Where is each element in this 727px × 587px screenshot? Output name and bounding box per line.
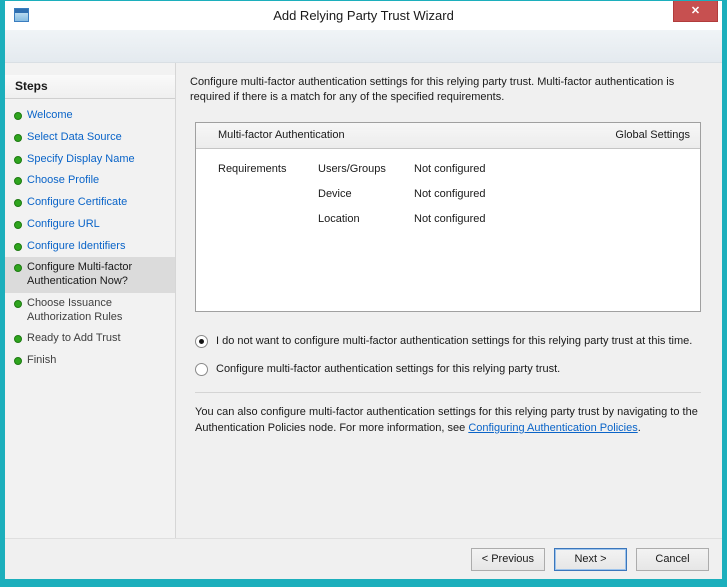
window-frame: Add Relying Party Trust Wizard ✕ Steps W…: [5, 1, 722, 579]
sidebar-item-welcome[interactable]: Welcome: [5, 105, 175, 127]
step-label: Specify Display Name: [27, 153, 135, 165]
sidebar-item-specify-display-name[interactable]: Specify Display Name: [5, 149, 175, 171]
requirement-name: Location: [318, 213, 414, 225]
step-label: Select Data Source: [27, 131, 122, 143]
steps-list: Welcome Select Data Source Specify Displ…: [5, 105, 175, 372]
requirement-value: Not configured: [414, 163, 690, 175]
step-label: Choose Issuance Authorization Rules: [27, 297, 122, 323]
step-bullet-icon: [14, 221, 22, 229]
radio-selected-icon[interactable]: [195, 335, 208, 348]
window-icon: [14, 8, 29, 22]
radio-configure-mfa-option[interactable]: Configure multi-factor authentication se…: [195, 362, 708, 377]
radio-label: I do not want to configure multi-factor …: [216, 334, 692, 349]
titlebar: Add Relying Party Trust Wizard ✕: [5, 1, 722, 30]
requirements-label: Requirements: [218, 163, 318, 175]
sidebar-item-select-data-source[interactable]: Select Data Source: [5, 127, 175, 149]
step-label: Finish: [27, 354, 56, 366]
steps-sidebar: Steps Welcome Select Data Source Specify…: [5, 63, 176, 538]
wizard-window: Add Relying Party Trust Wizard ✕ Steps W…: [0, 0, 727, 587]
step-label: Choose Profile: [27, 174, 99, 186]
requirement-name: Users/Groups: [318, 163, 414, 175]
table-row: Location Not configured: [218, 213, 690, 238]
cancel-button[interactable]: Cancel: [636, 548, 709, 571]
mfa-settings-table: Multi-factor Authentication Global Setti…: [195, 122, 701, 312]
radio-unselected-icon[interactable]: [195, 363, 208, 376]
sidebar-item-choose-issuance-rules: Choose Issuance Authorization Rules: [5, 293, 175, 329]
step-bullet-icon: [14, 300, 22, 308]
sidebar-item-configure-url[interactable]: Configure URL: [5, 214, 175, 236]
step-bullet-icon: [14, 335, 22, 343]
step-label: Configure Identifiers: [27, 240, 125, 252]
step-label: Welcome: [27, 109, 73, 121]
mfa-table-title: Multi-factor Authentication: [218, 129, 345, 141]
step-label: Configure URL: [27, 218, 100, 230]
step-label: Configure Certificate: [27, 196, 127, 208]
step-bullet-icon: [14, 264, 22, 272]
requirement-name: Device: [318, 188, 414, 200]
main-panel: Configure multi-factor authentication se…: [176, 63, 722, 538]
window-title: Add Relying Party Trust Wizard: [273, 8, 454, 23]
sidebar-item-configure-multi-factor[interactable]: Configure Multi-factor Authentication No…: [5, 257, 175, 293]
content-area: Steps Welcome Select Data Source Specify…: [5, 63, 722, 538]
step-label: Configure Multi-factor Authentication No…: [27, 261, 132, 287]
previous-button[interactable]: < Previous: [471, 548, 545, 571]
step-bullet-icon: [14, 112, 22, 120]
steps-header: Steps: [5, 75, 175, 99]
global-settings-label: Global Settings: [615, 129, 690, 141]
footer-note: You can also configure multi-factor auth…: [195, 405, 708, 436]
next-button[interactable]: Next >: [554, 548, 627, 571]
configuring-authentication-policies-link[interactable]: Configuring Authentication Policies: [468, 422, 637, 434]
step-bullet-icon: [14, 243, 22, 251]
mfa-table-body: Requirements Users/Groups Not configured…: [196, 149, 700, 238]
step-bullet-icon: [14, 199, 22, 207]
table-row: Requirements Users/Groups Not configured: [218, 163, 690, 188]
step-bullet-icon: [14, 134, 22, 142]
step-label: Ready to Add Trust: [27, 332, 121, 344]
requirement-value: Not configured: [414, 188, 690, 200]
footer-text-after: .: [638, 422, 641, 434]
sidebar-item-choose-profile[interactable]: Choose Profile: [5, 170, 175, 192]
sidebar-item-finish: Finish: [5, 350, 175, 372]
header-band: [5, 30, 722, 63]
close-button[interactable]: ✕: [673, 1, 718, 22]
requirement-value: Not configured: [414, 213, 690, 225]
radio-label: Configure multi-factor authentication se…: [216, 362, 560, 377]
table-row: Device Not configured: [218, 188, 690, 213]
close-icon: ✕: [691, 6, 700, 17]
intro-text: Configure multi-factor authentication se…: [190, 75, 705, 106]
step-bullet-icon: [14, 357, 22, 365]
step-bullet-icon: [14, 177, 22, 185]
button-bar: < Previous Next > Cancel: [5, 538, 722, 579]
sidebar-item-configure-certificate[interactable]: Configure Certificate: [5, 192, 175, 214]
sidebar-item-configure-identifiers[interactable]: Configure Identifiers: [5, 236, 175, 258]
mfa-table-header: Multi-factor Authentication Global Setti…: [196, 123, 700, 149]
step-bullet-icon: [14, 156, 22, 164]
separator-line: [195, 392, 701, 393]
radio-no-mfa-option[interactable]: I do not want to configure multi-factor …: [195, 334, 708, 349]
sidebar-item-ready-to-add-trust: Ready to Add Trust: [5, 328, 175, 350]
